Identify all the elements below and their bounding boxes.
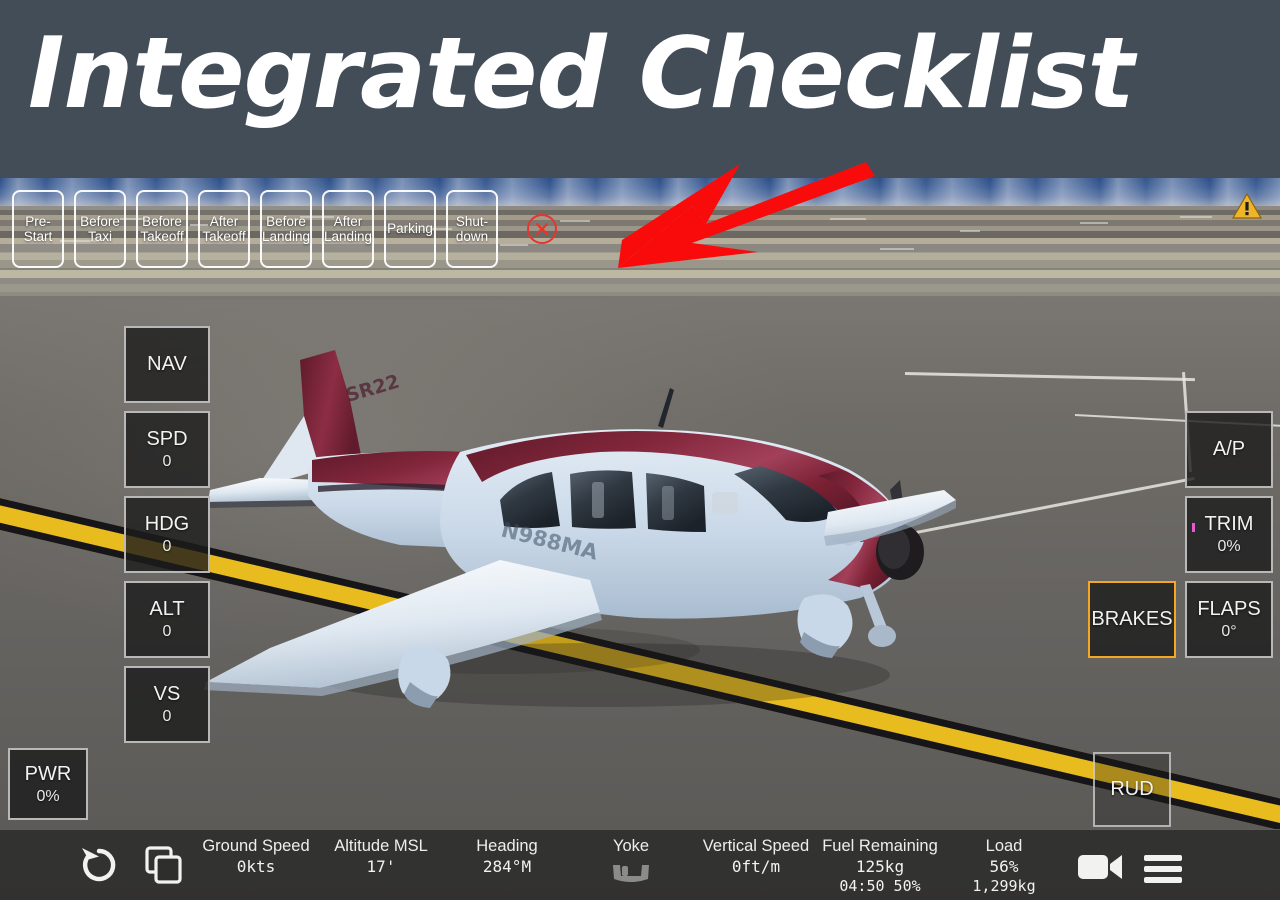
reset-icon[interactable] [78,844,120,886]
control-trim-value: 0% [1217,538,1241,555]
control-nav-label: NAV [147,353,187,375]
control-power-value: 0% [36,787,60,805]
status-vertical-speed-label: Vertical Speed [702,837,810,855]
checklist-tab-strip: Pre- Start Before Taxi Before Takeoff Af… [12,190,557,268]
checklist-tab-before-takeoff[interactable]: Before Takeoff [136,190,188,268]
title-banner: Integrated Checklist [0,0,1280,178]
control-spd[interactable]: SPD 0 [124,411,210,488]
terrain-detail [880,248,914,250]
terrain-detail [560,220,590,222]
status-load-label: Load [985,837,1023,855]
control-flaps-label: FLAPS [1197,598,1261,620]
control-brakes-label: BRAKES [1091,608,1173,630]
status-fuel-remaining-label: Fuel Remaining [822,837,938,855]
warning-triangle-icon[interactable] [1232,192,1262,220]
status-heading-value: 284°M [482,857,532,876]
terrain-detail [1180,216,1212,218]
status-heading-label: Heading [476,837,538,855]
checklist-tab-parking[interactable]: Parking [384,190,436,268]
control-brakes[interactable]: BRAKES [1088,581,1176,658]
checklist-tab-before-taxi[interactable]: Before Taxi [74,190,126,268]
control-hdg-value: 0 [162,538,172,555]
control-nav[interactable]: NAV [124,326,210,403]
aircraft-cirrus-sr22: SR22 N988MA [204,350,956,708]
sand-band [0,268,1280,278]
terrain-detail [960,230,980,232]
trim-indicator-mark [1192,522,1195,532]
control-rudder[interactable]: RUD [1093,752,1171,827]
status-altitude-msl: Altitude MSL 17' [316,836,446,877]
control-vs-value: 0 [162,708,172,725]
page-title: Integrated Checklist [28,17,1135,131]
duplicate-icon[interactable] [142,844,184,886]
status-load: Load 56% 1,299kg [940,836,1068,896]
checklist-close-button[interactable] [527,214,557,244]
close-x-icon [536,223,549,236]
control-alt[interactable]: ALT 0 [124,581,210,658]
control-alt-label: ALT [149,598,185,620]
yoke-icon [578,860,684,886]
control-hdg-label: HDG [144,513,190,535]
control-vs-label: VS [153,683,181,705]
control-power[interactable]: PWR 0% [8,748,88,820]
control-power-label: PWR [24,762,72,785]
checklist-tab-after-takeoff[interactable]: After Takeoff [198,190,250,268]
status-load-percent-value: 56% [989,857,1019,876]
control-hdg[interactable]: HDG 0 [124,496,210,573]
status-load-weight-value: 1,299kg [972,877,1036,895]
hamburger-menu-icon[interactable] [1142,852,1184,886]
status-bar: Ground Speed 0kts Altitude MSL 17' Headi… [0,829,1280,900]
status-ground-speed-label: Ground Speed [202,837,310,855]
status-heading: Heading 284°M [448,836,566,877]
camera-icon[interactable] [1076,848,1126,886]
control-flaps-value: 0° [1221,623,1237,640]
terrain-detail [830,218,866,220]
control-spd-label: SPD [146,428,188,450]
status-yoke-label: Yoke [612,837,650,855]
control-vs[interactable]: VS 0 [124,666,210,743]
control-autopilot-label: A/P [1212,438,1246,460]
status-fuel-endurance-value: 04:50 50% [839,877,921,895]
status-altitude-msl-value: 17' [366,857,396,876]
flight-simulator-screen: SR22 N988MA Integrated Checklist Pre- St… [0,0,1280,900]
status-fuel-remaining-value: 125kg [855,857,905,876]
status-altitude-msl-label: Altitude MSL [334,837,428,855]
terrain-detail [1080,222,1108,224]
control-rudder-label: RUD [1110,778,1154,800]
status-ground-speed: Ground Speed 0kts [188,836,324,877]
control-flaps[interactable]: FLAPS 0° [1185,581,1273,658]
status-yoke[interactable]: Yoke [578,836,684,886]
checklist-tab-after-landing[interactable]: After Landing [322,190,374,268]
control-autopilot[interactable]: A/P [1185,411,1273,488]
status-fuel-remaining: Fuel Remaining 125kg 04:50 50% [808,836,952,896]
status-vertical-speed-value: 0ft/m [731,857,781,876]
status-ground-speed-value: 0kts [236,857,276,876]
svg-text:SR22: SR22 [343,371,402,407]
control-trim-label: TRIM [1204,513,1254,535]
status-vertical-speed: Vertical Speed 0ft/m [688,836,824,877]
control-trim[interactable]: TRIM 0% [1185,496,1273,573]
checklist-tab-pre-start[interactable]: Pre- Start [12,190,64,268]
control-alt-value: 0 [162,623,172,640]
checklist-tab-shutdown[interactable]: Shut- down [446,190,498,268]
control-spd-value: 0 [162,453,172,470]
terrain-detail [700,226,724,228]
checklist-tab-before-landing[interactable]: Before Landing [260,190,312,268]
